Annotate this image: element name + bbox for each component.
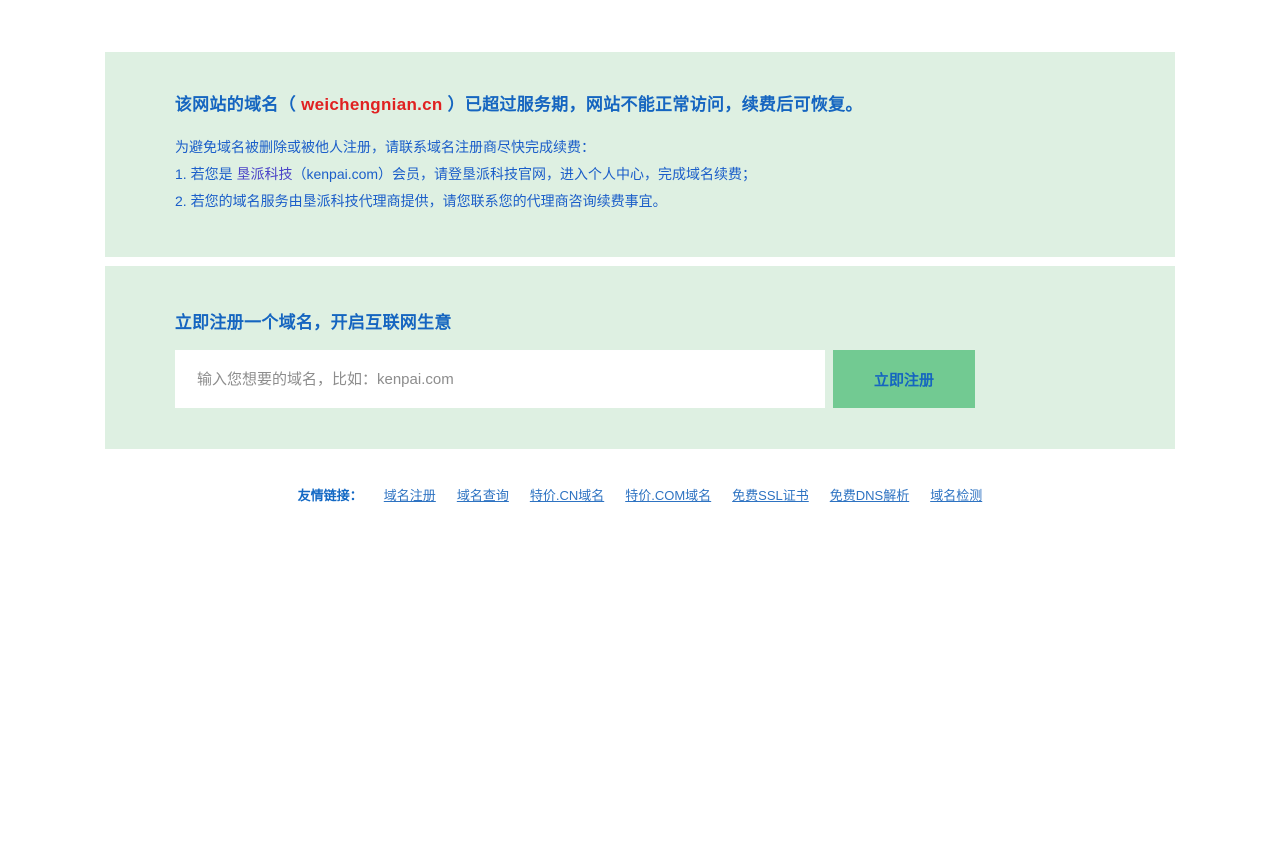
friendly-links-label: 友情链接： (298, 485, 363, 504)
friendly-links-footer: 友情链接： 域名注册 域名查询 特价.CN域名 特价.COM域名 免费SSL证书… (0, 485, 1280, 504)
footer-link-free-dns[interactable]: 免费DNS解析 (830, 485, 909, 504)
expiry-heading-suffix: ）已超过服务期，网站不能正常访问，续费后可恢复。 (443, 95, 863, 114)
footer-link-domain-register[interactable]: 域名注册 (384, 485, 436, 504)
footer-link-free-ssl[interactable]: 免费SSL证书 (732, 485, 809, 504)
register-now-button[interactable]: 立即注册 (833, 350, 975, 408)
renewal-step-2: 2. 若您的域名服务由垦派科技代理商提供，请您联系您的代理商咨询续费事宜。 (175, 188, 1105, 215)
renewal-intro-line: 为避免域名被删除或被他人注册，请联系域名注册商尽快完成续费： (175, 134, 1105, 161)
domain-search-input[interactable] (175, 350, 825, 408)
footer-link-domain-lookup[interactable]: 域名查询 (457, 485, 509, 504)
renewal-step-1: 1. 若您是 垦派科技（kenpai.com）会员，请登垦派科技官网，进入个人中… (175, 161, 1105, 188)
register-heading: 立即注册一个域名，开启互联网生意 (175, 312, 1105, 334)
footer-link-domain-check[interactable]: 域名检测 (930, 485, 982, 504)
renewal-step-1-prefix: 1. 若您是 (175, 166, 236, 182)
domain-register-panel: 立即注册一个域名，开启互联网生意 立即注册 (105, 266, 1175, 449)
footer-link-cn-domain-deal[interactable]: 特价.CN域名 (530, 485, 604, 504)
kenpai-link[interactable]: 垦派科技 (236, 166, 292, 182)
expiry-heading-prefix: 该网站的域名（ (175, 95, 301, 114)
expiry-heading: 该网站的域名（ weichengnian.cn ）已超过服务期，网站不能正常访问… (175, 94, 1105, 116)
expiry-notice-panel: 该网站的域名（ weichengnian.cn ）已超过服务期，网站不能正常访问… (105, 52, 1175, 257)
expiry-instructions: 为避免域名被删除或被他人注册，请联系域名注册商尽快完成续费： 1. 若您是 垦派… (175, 134, 1105, 215)
domain-search-row: 立即注册 (175, 350, 1105, 408)
renewal-step-1-suffix: （kenpai.com）会员，请登垦派科技官网，进入个人中心，完成域名续费； (292, 166, 756, 182)
expired-domain-name: weichengnian.cn (301, 95, 442, 114)
footer-link-com-domain-deal[interactable]: 特价.COM域名 (625, 485, 711, 504)
